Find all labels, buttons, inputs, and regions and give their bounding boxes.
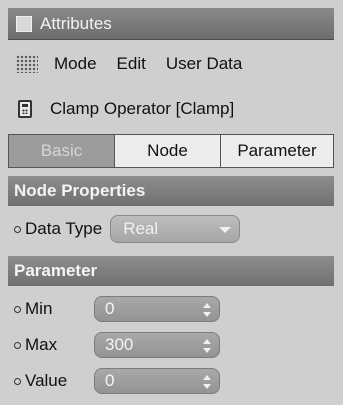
section-header-node-properties[interactable]: Node Properties bbox=[8, 176, 334, 206]
spinner-arrows-icon[interactable] bbox=[203, 339, 211, 353]
object-title: Clamp Operator [Clamp] bbox=[50, 99, 235, 118]
panel-menu-icon[interactable] bbox=[16, 15, 32, 32]
max-input[interactable]: 300 bbox=[94, 332, 220, 358]
min-value: 0 bbox=[105, 299, 115, 318]
animation-dot-icon[interactable] bbox=[14, 377, 21, 385]
value-row: Value 0 bbox=[8, 364, 334, 398]
animation-dot-icon[interactable] bbox=[14, 341, 21, 349]
calculator-icon bbox=[18, 100, 32, 118]
tab-parameter[interactable]: Parameter bbox=[221, 135, 333, 167]
data-type-row: Data Type Real bbox=[8, 212, 334, 246]
attributes-panel: Attributes Mode Edit User Data Clamp Ope… bbox=[0, 0, 343, 405]
title-bar: Attributes bbox=[8, 8, 334, 40]
data-type-label: Data Type bbox=[25, 219, 103, 238]
tab-node[interactable]: Node bbox=[115, 135, 221, 167]
chevron-down-icon bbox=[219, 227, 232, 233]
max-value: 300 bbox=[105, 335, 134, 354]
value-input[interactable]: 0 bbox=[94, 368, 220, 394]
max-row: Max 300 bbox=[8, 328, 334, 362]
animation-dot-icon[interactable] bbox=[14, 225, 21, 233]
window-title: Attributes bbox=[40, 13, 112, 33]
object-header: Clamp Operator [Clamp] bbox=[8, 90, 334, 128]
value-value: 0 bbox=[105, 371, 115, 390]
menu-bar: Mode Edit User Data bbox=[8, 44, 334, 84]
min-input[interactable]: 0 bbox=[94, 296, 220, 322]
data-type-dropdown[interactable]: Real bbox=[110, 215, 241, 243]
max-label: Max bbox=[25, 335, 58, 354]
grip-icon[interactable] bbox=[16, 55, 38, 73]
menu-mode[interactable]: Mode bbox=[54, 54, 97, 74]
tab-bar: Basic Node Parameter bbox=[8, 134, 334, 168]
spinner-arrows-icon[interactable] bbox=[203, 303, 211, 317]
min-row: Min 0 bbox=[8, 292, 334, 326]
animation-dot-icon[interactable] bbox=[14, 305, 21, 313]
section-header-parameter[interactable]: Parameter bbox=[8, 256, 334, 286]
menu-user-data[interactable]: User Data bbox=[166, 54, 243, 74]
tab-basic[interactable]: Basic bbox=[9, 135, 115, 167]
menu-edit[interactable]: Edit bbox=[117, 54, 146, 74]
min-label: Min bbox=[25, 299, 53, 318]
value-label: Value bbox=[25, 371, 68, 390]
data-type-value: Real bbox=[123, 219, 159, 238]
spinner-arrows-icon[interactable] bbox=[203, 375, 211, 389]
